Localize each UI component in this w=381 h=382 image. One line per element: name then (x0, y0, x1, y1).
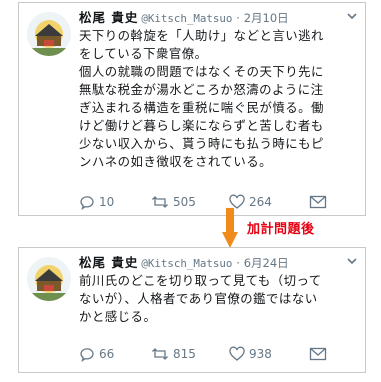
like-count: 264 (249, 195, 272, 209)
tweet-text: 天下りの斡旋を「人助け」などと言い逃れ をしている下衆官僚。 個人の就職の問題で… (79, 27, 357, 171)
tweet-text-line: けど働けど暮らし楽にならずと苦しむ者も (79, 118, 324, 133)
caret-down-icon[interactable] (345, 9, 359, 23)
caret-down-icon[interactable] (345, 254, 359, 268)
annotation-label: 加計問題後 (247, 222, 315, 237)
tweet-text-line: 無駄な税金が湯水どころか怒濤のように注 (79, 82, 324, 97)
author-handle[interactable]: @Kitsch_Matsuo (141, 257, 232, 270)
separator-dot: · (236, 11, 240, 25)
like-button[interactable]: 938 (229, 344, 272, 364)
reply-count: 10 (99, 195, 115, 209)
tweet-header: 松尾 貴史 @Kitsch_Matsuo · 2月10日 (79, 9, 359, 27)
tweet-card-2[interactable]: 松尾 貴史 @Kitsch_Matsuo · 6月24日 前川氏のどこを切り取って… (18, 247, 366, 373)
retweet-icon (152, 348, 168, 360)
tweet-card-1[interactable]: 松尾 貴史 @Kitsch_Matsuo · 2月10日 天下りの斡旋を「人助け」… (18, 2, 366, 216)
tweet-text-line: ぎ込まれる構造を重税に喘ぐ民が憤る。働 (79, 100, 324, 115)
tweet-text-line: ンハネの如き徴収をされている。 (79, 154, 272, 169)
retweet-icon (152, 196, 168, 208)
tweet-text-line: をしている下衆官僚。 (79, 46, 208, 61)
tweet-actions: 66 815 938 (79, 344, 357, 364)
like-count: 938 (249, 347, 272, 361)
author-name[interactable]: 松尾 貴史 (79, 10, 138, 25)
tweet-text-line: 個人の就職の問題ではなくその天下り先に (79, 64, 324, 79)
avatar[interactable] (27, 12, 71, 56)
down-arrow-icon (222, 208, 238, 248)
reply-button[interactable]: 66 (79, 344, 114, 364)
retweet-count: 815 (173, 347, 196, 361)
author-handle[interactable]: @Kitsch_Matsuo (141, 12, 232, 25)
retweet-button[interactable]: 815 (151, 344, 196, 364)
dm-button[interactable] (309, 192, 327, 212)
avatar-image (27, 257, 71, 301)
tweet-text-line: 前川氏のどこを切り取って見ても（切って (79, 273, 322, 288)
dm-button[interactable] (309, 344, 327, 364)
avatar-image (27, 12, 71, 56)
tweet-text: 前川氏のどこを切り取って見ても（切って ないが）、人格者であり官僚の鑑ではない … (79, 272, 357, 326)
tweet-header: 松尾 貴史 @Kitsch_Matsuo · 6月24日 (79, 254, 359, 272)
avatar[interactable] (27, 257, 71, 301)
tweet-text-line: 少ない収入から、貰う時にも払う時にもピ (79, 136, 324, 151)
tweet-actions: 10 505 264 (79, 192, 357, 212)
reply-button[interactable]: 10 (79, 192, 114, 212)
tweet-date[interactable]: 6月24日 (244, 256, 289, 270)
tweet-text-line: かと感じる。 (79, 309, 157, 324)
reply-icon (80, 196, 94, 210)
dm-icon (309, 347, 327, 361)
separator-dot: · (236, 256, 240, 270)
retweet-count: 505 (173, 195, 196, 209)
tweet-text-line: 天下りの斡旋を「人助け」などと言い逃れ (79, 28, 324, 43)
author-name[interactable]: 松尾 貴史 (79, 255, 138, 270)
tweet-date[interactable]: 2月10日 (244, 11, 289, 25)
dm-icon (309, 195, 327, 209)
reply-icon (80, 348, 94, 362)
retweet-button[interactable]: 505 (151, 192, 196, 212)
reply-count: 66 (99, 347, 115, 361)
tweet-text-line: ないが）、人格者であり官僚の鑑ではない (79, 291, 318, 306)
like-icon (229, 346, 245, 361)
